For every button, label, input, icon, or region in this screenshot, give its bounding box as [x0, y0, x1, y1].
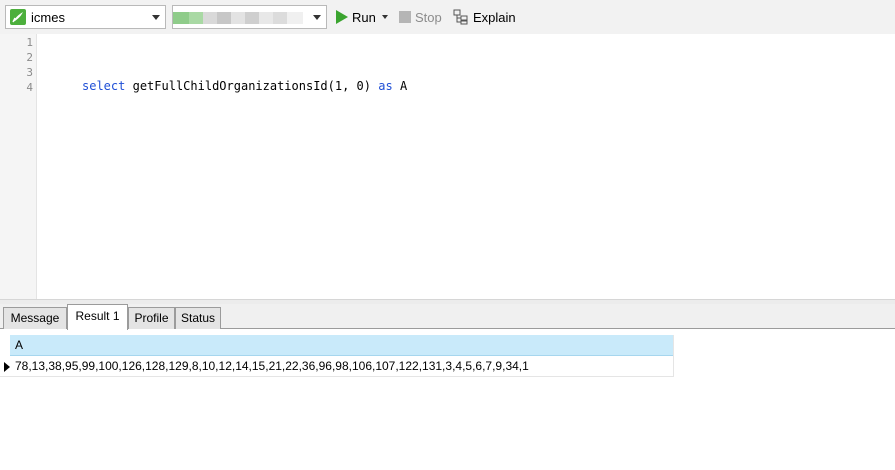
explain-icon [453, 9, 469, 25]
stop-button[interactable]: Stop [399, 6, 442, 28]
tab-profile[interactable]: Profile [128, 307, 175, 329]
chevron-down-icon [152, 15, 160, 20]
explain-label: Explain [473, 9, 516, 25]
play-icon [336, 10, 348, 24]
run-button[interactable]: Run [336, 6, 388, 28]
sql-alias: A [399, 79, 408, 93]
line-number: 2 [26, 51, 33, 64]
redacted-database-name [173, 12, 303, 24]
column-header[interactable]: A [10, 335, 673, 356]
sql-keyword-select: select [82, 79, 126, 93]
column-header-label: A [15, 338, 24, 352]
sql-editor[interactable]: select getFullChildOrganizationsId(1, 0)… [38, 34, 895, 299]
connection-label: icmes [31, 10, 65, 25]
sql-code-line[interactable]: select getFullChildOrganizationsId(1, 0)… [82, 79, 407, 93]
line-number: 4 [26, 81, 33, 94]
sql-function-call: getFullChildOrganizationsId(1, 0) [132, 79, 372, 93]
tab-message[interactable]: Message [3, 307, 67, 329]
grid-column-divider [673, 335, 674, 377]
explain-button[interactable]: Explain [453, 6, 516, 28]
result-tabs: Message Result 1 Profile Status [0, 304, 895, 330]
stop-label: Stop [415, 9, 442, 25]
query-toolbar: icmes Run Stop Explain [0, 0, 895, 34]
current-row-indicator-icon [4, 362, 10, 372]
database-select[interactable] [172, 5, 327, 29]
line-number: 3 [26, 66, 33, 79]
tab-status[interactable]: Status [175, 307, 221, 329]
tab-result-1[interactable]: Result 1 [67, 304, 128, 330]
navicat-connection-icon [10, 9, 26, 25]
table-row[interactable]: 78,13,38,95,99,100,126,128,129,8,10,12,1… [0, 356, 673, 377]
connection-select[interactable]: icmes [5, 5, 166, 29]
line-number: 1 [26, 36, 33, 49]
result-grid: A 78,13,38,95,99,100,126,128,129,8,10,12… [0, 330, 895, 470]
sql-keyword-as: as [378, 79, 393, 93]
run-dropdown-icon[interactable] [381, 15, 388, 19]
stop-icon [399, 11, 411, 23]
line-number-gutter: 1 2 3 4 [0, 34, 37, 299]
table-cell[interactable]: 78,13,38,95,99,100,126,128,129,8,10,12,1… [15, 359, 529, 373]
run-label: Run [352, 9, 376, 25]
chevron-down-icon [313, 15, 321, 20]
